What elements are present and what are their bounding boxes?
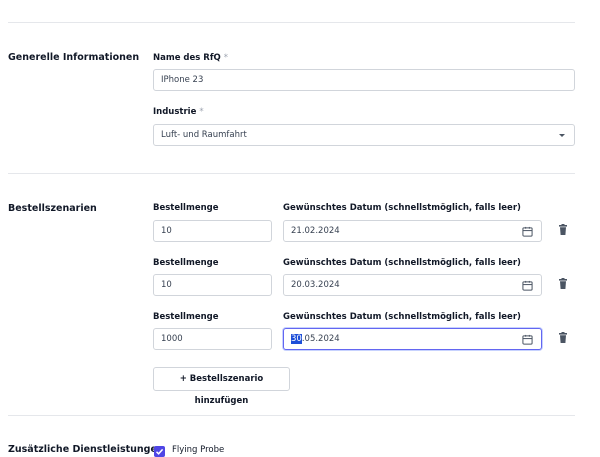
calendar-icon[interactable]: [522, 280, 533, 291]
quantity-label: Bestellmenge: [153, 258, 219, 268]
required-mark: *: [223, 53, 229, 63]
date-label: Gewünschtes Datum (schnellstmöglich, fal…: [283, 258, 521, 268]
date-value: 20.03.2024: [291, 280, 340, 290]
industry-label-text: Industrie: [153, 107, 197, 117]
quantity-label: Bestellmenge: [153, 203, 219, 213]
quantity-label: Bestellmenge: [153, 312, 219, 322]
industry-value: Luft- und Raumfahrt: [161, 130, 247, 140]
quantity-input[interactable]: 10: [153, 274, 272, 296]
rfq-name-label-text: Name des RfQ: [153, 53, 221, 63]
calendar-icon[interactable]: [522, 334, 533, 345]
section-title-orders: Bestellszenarien: [8, 203, 97, 214]
trash-icon[interactable]: [558, 278, 568, 290]
date-value: 21.02.2024: [291, 226, 340, 236]
section-title-general: Generelle Informationen: [8, 52, 140, 63]
section-divider-1: [8, 173, 575, 174]
calendar-icon[interactable]: [522, 226, 533, 237]
quantity-value: 1000: [161, 334, 183, 344]
rfq-name-label: Name des RfQ *: [153, 53, 228, 63]
rfq-name-input[interactable]: IPhone 23: [153, 69, 575, 91]
quantity-value: 10: [161, 226, 172, 236]
chevron-down-icon: [559, 134, 565, 137]
date-input[interactable]: 20.03.2024: [283, 274, 542, 296]
section-divider-2: [8, 415, 575, 416]
required-mark: *: [199, 107, 204, 117]
industry-label: Industrie *: [153, 107, 204, 117]
date-label: Gewünschtes Datum (schnellstmöglich, fal…: [283, 312, 521, 322]
date-label: Gewünschtes Datum (schnellstmöglich, fal…: [283, 203, 521, 213]
rfq-name-value: IPhone 23: [161, 75, 204, 85]
flying-probe-label: Flying Probe: [172, 445, 225, 455]
check-icon: [155, 448, 164, 455]
industry-select[interactable]: Luft- und Raumfahrt: [153, 124, 575, 146]
date-input[interactable]: 21.02.2024: [283, 220, 542, 242]
trash-icon[interactable]: [558, 224, 568, 236]
flying-probe-checkbox[interactable]: [154, 446, 165, 457]
quantity-input[interactable]: 1000: [153, 328, 272, 350]
add-order-scenario-button[interactable]: + Bestellszenario hinzufügen: [153, 367, 290, 406]
quantity-input[interactable]: 10: [153, 220, 272, 242]
date-value: .05.2024: [301, 334, 340, 344]
trash-icon[interactable]: [558, 332, 568, 344]
date-selected-segment: 30: [291, 334, 302, 344]
top-divider: [8, 22, 575, 23]
quantity-value: 10: [161, 280, 172, 290]
date-input-active[interactable]: 30.05.2024: [283, 328, 542, 350]
